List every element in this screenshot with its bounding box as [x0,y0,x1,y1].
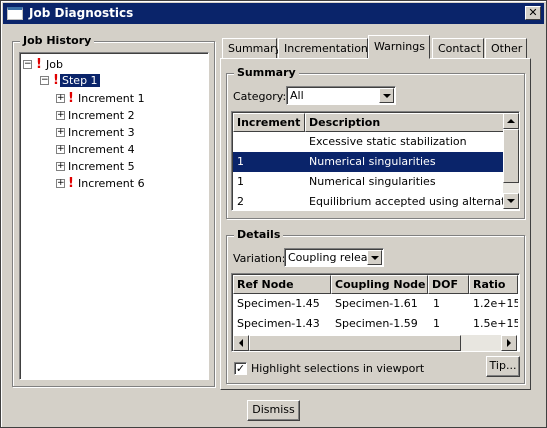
scroll-thumb[interactable] [249,335,461,351]
warning-icon: ! [53,73,59,88]
category-value: All [290,89,304,102]
cell-description: Equilibrium accepted using alternate tol… [309,195,504,208]
scroll-up-icon[interactable] [503,113,519,129]
table-row[interactable]: Specimen-1.43 Specimen-1.59 1 1.5e+15 [233,314,518,334]
column-header-ratio[interactable]: Ratio [469,275,518,294]
summary-vertical-scrollbar[interactable] [503,113,519,209]
table-row[interactable]: Specimen-1.45 Specimen-1.61 1 1.2e+15 [233,294,518,314]
tree-node-label[interactable]: Increment 6 [76,177,147,190]
cell-coupling-node: Specimen-1.59 [335,317,418,330]
expand-icon[interactable]: + [56,145,65,154]
table-row[interactable]: 2 Equilibrium accepted using alternate t… [233,192,504,210]
cell-increment: 1 [237,175,244,188]
table-row-selected[interactable]: 1 Numerical singularities [233,152,504,172]
category-label: Category: [233,90,287,103]
window-title: Job Diagnostics [29,6,134,20]
category-select[interactable]: All [286,86,396,105]
summary-table[interactable]: Increment Description Excessive static s… [231,111,520,211]
tab-other[interactable]: Other [485,38,527,59]
tab-incrementation[interactable]: Incrementation [278,38,368,59]
diagnostics-tabs: Summary Incrementation Warnings Contact … [222,35,532,59]
expand-icon[interactable]: + [56,111,65,120]
warning-icon: ! [68,176,74,191]
tree-node-label[interactable]: Increment 5 [66,160,137,173]
tree-node-increment[interactable]: + Increment 5 [56,159,196,175]
cell-ref-node: Specimen-1.43 [237,317,320,330]
title-bar: Job Diagnostics ✕ [3,3,544,24]
tree-node-label[interactable]: Increment 3 [66,126,137,139]
variation-label: Variation: [233,252,286,265]
expand-icon[interactable]: + [56,179,65,188]
cell-increment: 2 [237,195,244,208]
tree-node-label[interactable]: Step 1 [60,74,100,87]
cell-increment: 1 [237,155,244,168]
tab-warnings[interactable]: Warnings [368,35,430,59]
variation-select[interactable]: Coupling release [284,248,384,267]
tab-contact[interactable]: Contact [432,38,484,59]
tree-node-label[interactable]: Increment 1 [76,92,147,105]
window-app-icon [7,7,23,20]
column-header-dof[interactable]: DOF [428,275,469,294]
cell-dof: 1 [433,317,440,330]
summary-label: Summary [234,66,299,79]
highlight-selections-label[interactable]: Highlight selections in viewport [251,362,424,375]
tree-node-label[interactable]: Increment 4 [66,143,137,156]
cell-ratio: 1.5e+15 [473,317,518,330]
cell-description: Numerical singularities [309,155,436,168]
tree-node-job[interactable]: − ! Job [23,57,203,73]
column-header-description[interactable]: Description [305,113,504,132]
tree-node-step-1[interactable]: − ! Step 1 [40,73,200,89]
tree-node-increment[interactable]: + Increment 2 [56,108,196,124]
cell-description: Numerical singularities [309,175,436,188]
cell-ratio: 1.2e+15 [473,297,518,310]
tree-node-label[interactable]: Increment 2 [66,109,137,122]
tip-button[interactable]: Tip... [486,356,520,377]
scroll-down-icon[interactable] [503,193,519,209]
scroll-right-icon[interactable] [501,335,517,351]
column-header-ref-node[interactable]: Ref Node [233,275,331,294]
job-diagnostics-dialog: Job Diagnostics ✕ Job History − ! Job − … [0,0,547,428]
expand-icon[interactable]: + [56,162,65,171]
expand-icon[interactable]: + [56,128,65,137]
tree-node-increment[interactable]: + Increment 3 [56,125,196,141]
cell-ref-node: Specimen-1.45 [237,297,320,310]
collapse-icon[interactable]: − [23,60,32,69]
cell-coupling-node: Specimen-1.61 [335,297,418,310]
details-horizontal-scrollbar[interactable] [233,335,517,351]
scroll-left-icon[interactable] [233,335,249,351]
job-history-label: Job History [20,34,95,47]
chevron-down-icon[interactable] [379,88,394,103]
collapse-icon[interactable]: − [40,76,49,85]
dismiss-button[interactable]: Dismiss [247,400,300,421]
scroll-thumb[interactable] [503,129,519,183]
job-history-tree[interactable]: − ! Job − ! Step 1 + ! Increment 1 + Inc… [19,52,209,380]
expand-icon[interactable]: + [56,94,65,103]
warning-icon: ! [68,91,74,106]
tree-node-label[interactable]: Job [44,58,65,71]
tree-node-increment[interactable]: + ! Increment 1 [56,91,196,107]
tab-summary[interactable]: Summary [222,38,281,59]
tree-node-increment[interactable]: + ! Increment 6 [56,176,196,192]
warning-icon: ! [36,57,42,72]
warnings-panel: Summary Category: All Increment Descript… [220,58,531,390]
highlight-selections-checkbox[interactable]: ✓ [234,362,247,375]
cell-dof: 1 [433,297,440,310]
chevron-down-icon[interactable] [367,250,382,265]
column-header-increment[interactable]: Increment [233,113,305,132]
tree-node-increment[interactable]: + Increment 4 [56,142,196,158]
column-header-coupling-node[interactable]: Coupling Node [331,275,428,294]
table-row[interactable]: 1 Numerical singularities [233,172,504,192]
details-label: Details [234,228,284,241]
close-icon: ✕ [528,6,538,19]
table-row[interactable]: Excessive static stabilization [233,132,504,152]
cell-description: Excessive static stabilization [309,135,467,148]
close-button[interactable]: ✕ [525,6,541,20]
details-table[interactable]: Ref Node Coupling Node DOF Ratio Specime… [231,273,520,352]
